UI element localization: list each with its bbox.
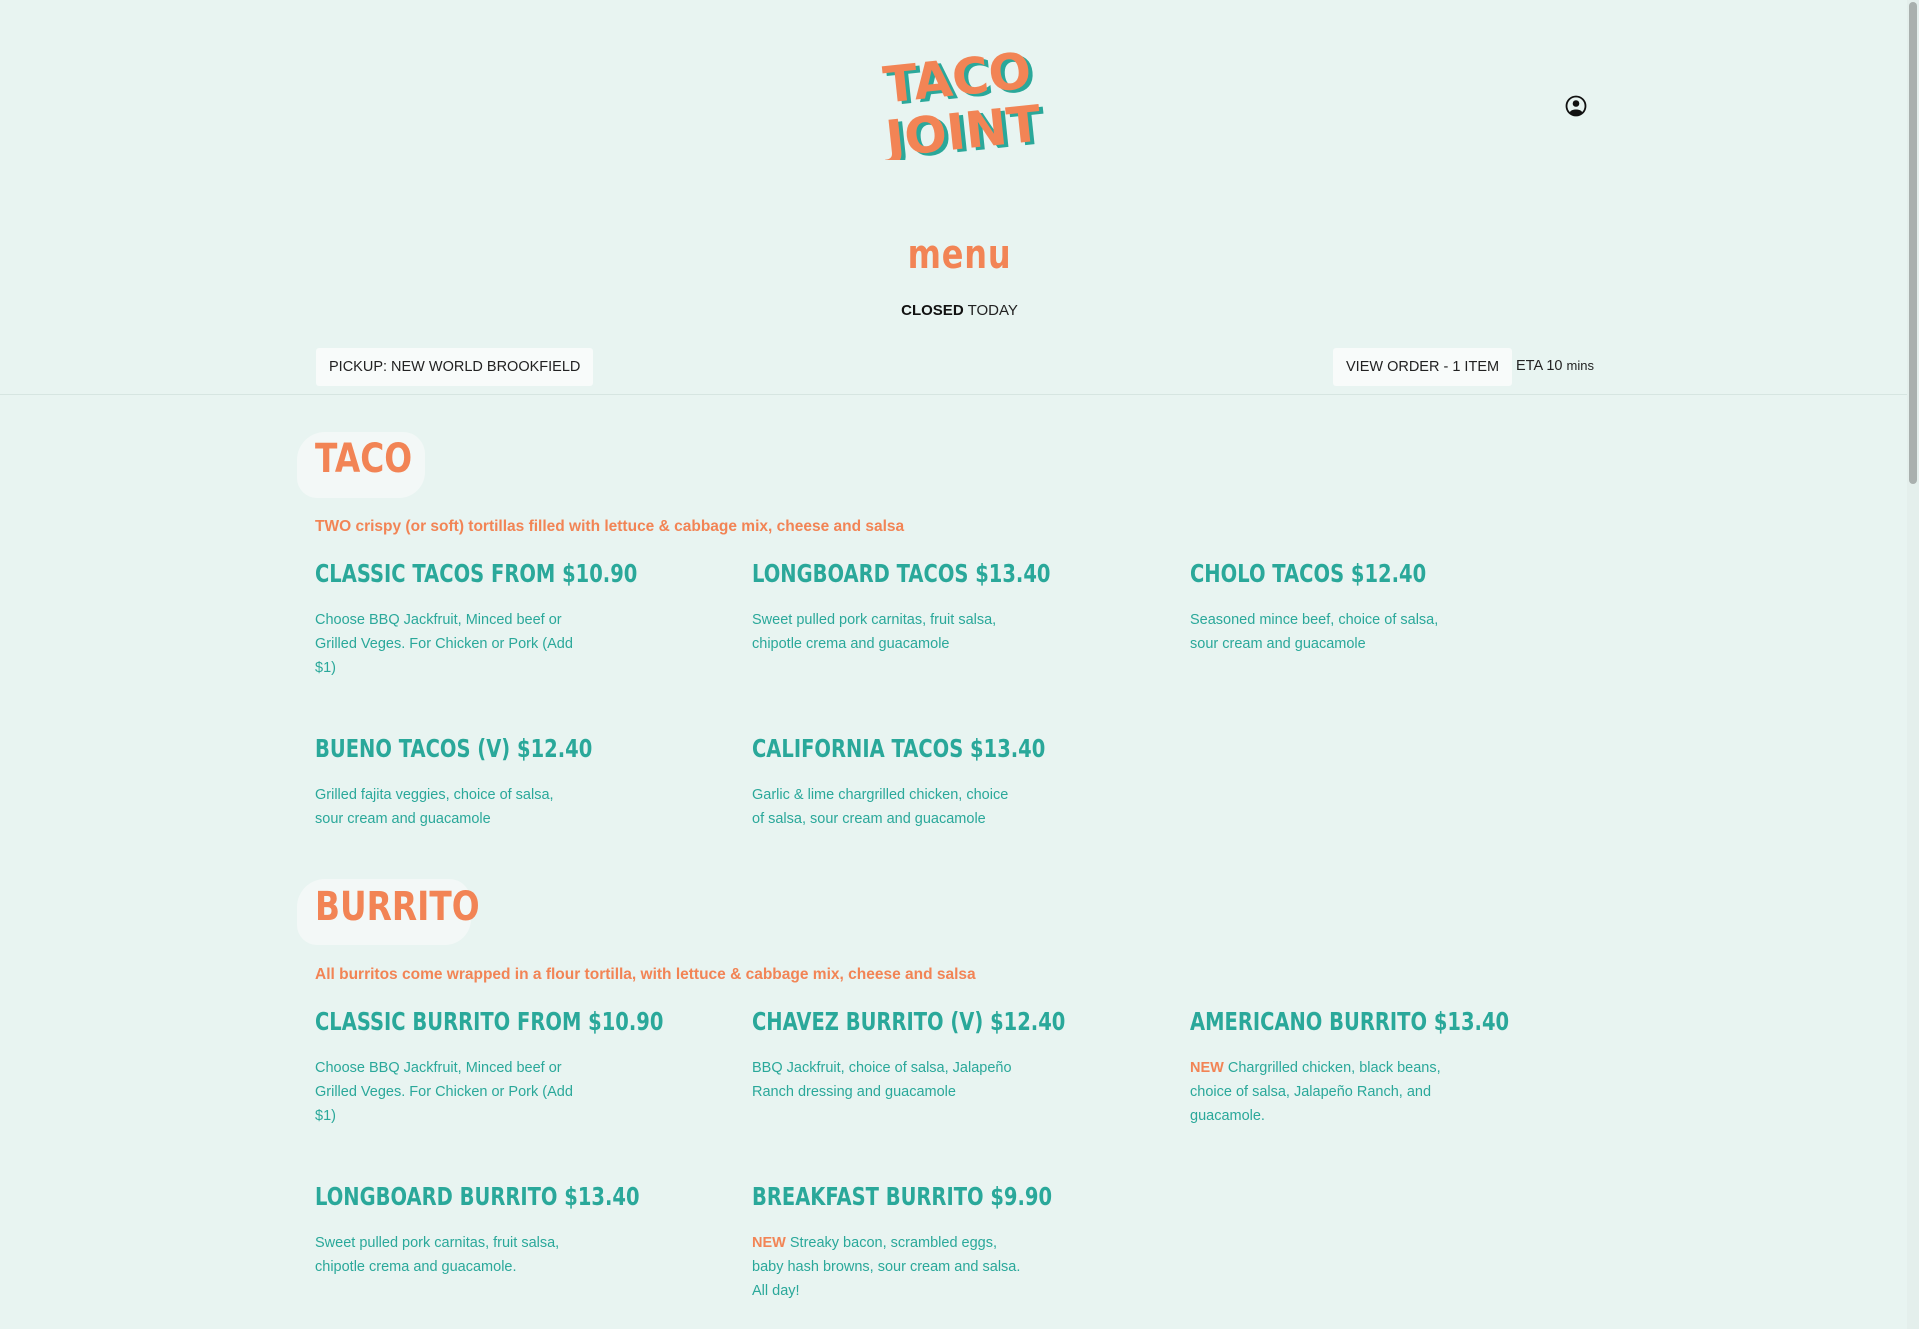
view-order-button[interactable]: VIEW ORDER - 1 ITEM [1333, 348, 1513, 386]
menu-item-description-text: Chargrilled chicken, black beans, choice… [1190, 1060, 1441, 1124]
category-description-taco: TWO crispy (or soft) tortillas filled wi… [315, 518, 905, 535]
menu-item-title[interactable]: Americano Burrito $13.40 [1190, 1007, 1509, 1036]
eta-display: ETA 10 mins [1516, 358, 1594, 374]
menu-item-title[interactable]: Classic Tacos from $10.90 [315, 559, 637, 588]
menu-item-description-text: Grilled fajita veggies, choice of salsa,… [315, 787, 554, 827]
menu-item-description: NEW Streaky bacon, scrambled eggs, baby … [752, 1231, 1022, 1303]
menu-item[interactable]: Americano Burrito $13.40 NEW Chargrilled… [1190, 1007, 1509, 1128]
menu-item-title[interactable]: California Tacos $13.40 [752, 734, 1045, 763]
menu-item-description: Sweet pulled pork carnitas, fruit salsa,… [315, 1231, 585, 1279]
menu-item[interactable]: Bueno Tacos (V) $12.40 Grilled fajita ve… [315, 734, 615, 831]
eta-unit: mins [1566, 358, 1594, 373]
header-divider [0, 394, 1907, 395]
menu-item-description: BBQ Jackfruit, choice of salsa, Jalapeño… [752, 1056, 1022, 1104]
new-badge: NEW [752, 1235, 786, 1251]
menu-item[interactable]: Longboard Tacos $13.40 Sweet pulled pork… [752, 559, 1052, 656]
menu-item[interactable]: California Tacos $13.40 Garlic & lime ch… [752, 734, 1052, 831]
category-title-burrito: BURRITO [315, 884, 480, 930]
status-day: TODAY [967, 302, 1018, 319]
menu-item-description: Garlic & lime chargrilled chicken, choic… [752, 783, 1022, 831]
pickup-location-button[interactable]: PICKUP: NEW WORLD BROOKFIELD [316, 348, 594, 386]
opening-status: CLOSED TODAY [0, 302, 1919, 319]
menu-page: TACO TACO JOINT JOINT menu CLOSED TODAY … [0, 0, 1919, 1329]
menu-item-description-text: Choose BBQ Jackfruit, Minced beef or Gri… [315, 1060, 573, 1124]
menu-item-title[interactable]: Breakfast Burrito $9.90 [752, 1182, 1052, 1211]
category-description-burrito: All burritos come wrapped in a flour tor… [315, 966, 976, 983]
menu-item[interactable]: Classic Tacos from $10.90 Choose BBQ Jac… [315, 559, 637, 680]
menu-item-description: Seasoned mince beef, choice of salsa, so… [1190, 608, 1460, 656]
menu-item-title[interactable]: Longboard Burrito $13.40 [315, 1182, 640, 1211]
page-scrollbar[interactable] [1907, 0, 1919, 1329]
menu-item[interactable]: Classic Burrito from $10.90 Choose BBQ J… [315, 1007, 663, 1128]
menu-item-description: Choose BBQ Jackfruit, Minced beef or Gri… [315, 1056, 585, 1128]
menu-item-description: Choose BBQ Jackfruit, Minced beef or Gri… [315, 608, 585, 680]
status-closed: CLOSED [901, 302, 964, 319]
menu-item-description-text: Sweet pulled pork carnitas, fruit salsa,… [752, 612, 997, 652]
menu-item[interactable]: Longboard Burrito $13.40 Sweet pulled po… [315, 1182, 640, 1279]
category-title-taco: TACO [315, 436, 413, 482]
menu-item-description-text: Choose BBQ Jackfruit, Minced beef or Gri… [315, 612, 573, 676]
menu-item-description: Sweet pulled pork carnitas, fruit salsa,… [752, 608, 1022, 656]
menu-item-description: Grilled fajita veggies, choice of salsa,… [315, 783, 585, 831]
menu-item[interactable]: Cholo Tacos $12.40 Seasoned mince beef, … [1190, 559, 1490, 656]
scrollbar-thumb[interactable] [1909, 2, 1917, 484]
menu-item-title[interactable]: Longboard Tacos $13.40 [752, 559, 1050, 588]
menu-item-description-text: Garlic & lime chargrilled chicken, choic… [752, 787, 1009, 827]
new-badge: NEW [1190, 1060, 1224, 1076]
page-title: menu [907, 232, 1012, 278]
menu-item-description-text: Sweet pulled pork carnitas, fruit salsa,… [315, 1235, 560, 1275]
menu-item-title[interactable]: Bueno Tacos (V) $12.40 [315, 734, 592, 763]
menu-item[interactable]: Chavez Burrito (V) $12.40 BBQ Jackfruit,… [752, 1007, 1065, 1104]
menu-item-description-text: Streaky bacon, scrambled eggs, baby hash… [752, 1235, 1021, 1299]
menu-item-title[interactable]: Chavez Burrito (V) $12.40 [752, 1007, 1065, 1036]
menu-item-description-text: Seasoned mince beef, choice of salsa, so… [1190, 612, 1439, 652]
account-icon[interactable] [1565, 95, 1587, 117]
taco-joint-logo[interactable]: TACO TACO JOINT JOINT [878, 46, 1044, 160]
menu-item-description: NEW Chargrilled chicken, black beans, ch… [1190, 1056, 1460, 1128]
menu-item-title[interactable]: Cholo Tacos $12.40 [1190, 559, 1426, 588]
menu-item-description-text: BBQ Jackfruit, choice of salsa, Jalapeño… [752, 1060, 1012, 1100]
menu-item[interactable]: Breakfast Burrito $9.90 NEW Streaky baco… [752, 1182, 1052, 1303]
menu-item-title[interactable]: Classic Burrito from $10.90 [315, 1007, 663, 1036]
eta-label: ETA 10 [1516, 358, 1563, 374]
